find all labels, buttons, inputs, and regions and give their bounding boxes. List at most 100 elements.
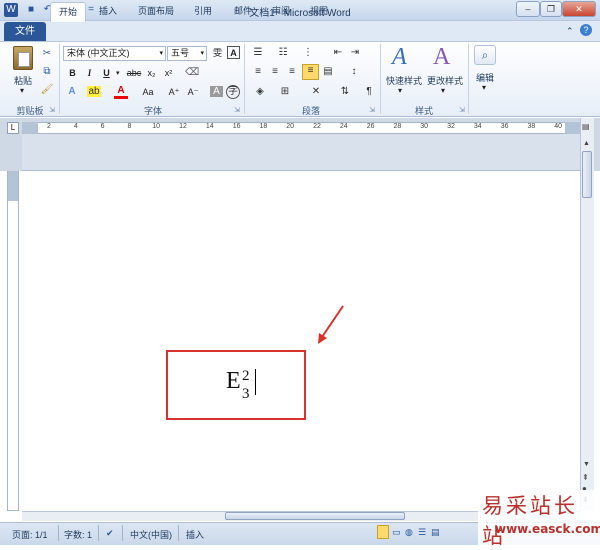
phonetic-guide-button[interactable]: 雯	[210, 46, 225, 61]
paragraph-launcher-icon[interactable]: ⇲	[369, 106, 375, 114]
highlight-icon[interactable]: ab	[87, 86, 101, 97]
underline-dropdown-icon[interactable]: ▾	[116, 69, 120, 77]
tab-page-layout[interactable]: 页面布局	[132, 2, 180, 21]
subscript-button[interactable]: x₂	[144, 66, 159, 81]
increase-indent-icon[interactable]: ⇥	[347, 47, 363, 58]
clipboard-launcher-icon[interactable]: ⇲	[49, 106, 55, 114]
scroll-down-icon[interactable]: ▼	[583, 461, 590, 468]
borders-icon[interactable]: ⊞	[277, 86, 293, 97]
minimize-button[interactable]: –	[516, 1, 540, 17]
horizontal-scroll-thumb[interactable]	[225, 512, 405, 520]
chinese-layout-icon[interactable]: ✕	[308, 86, 324, 97]
divider	[380, 44, 381, 114]
distributed-icon[interactable]: ▤	[320, 66, 336, 77]
strikethrough-button[interactable]: abc	[125, 66, 143, 81]
tab-mailings[interactable]: 邮件	[228, 2, 258, 21]
draft-icon[interactable]: ▤	[431, 527, 440, 538]
find-binoculars-icon[interactable]: ⌕	[474, 45, 496, 65]
align-center-icon[interactable]: ≡	[267, 66, 283, 77]
numbering-icon[interactable]: ☷	[275, 47, 291, 58]
character-shading-icon[interactable]: A	[210, 86, 223, 97]
chevron-down-icon[interactable]: ▾	[200, 47, 204, 60]
tab-home[interactable]: 开始	[50, 2, 86, 22]
insert-mode[interactable]: 插入	[186, 528, 204, 541]
proofing-icon[interactable]: ✔	[106, 528, 114, 539]
show-marks-icon[interactable]: ¶	[362, 86, 376, 97]
chevron-down-icon[interactable]: ▾	[482, 83, 486, 92]
quick-styles-button[interactable]: 快速样式	[384, 74, 424, 87]
bullets-icon[interactable]: ☰	[250, 47, 266, 58]
word-count[interactable]: 字数: 1	[64, 528, 92, 541]
enclose-characters-icon[interactable]: 字	[226, 85, 240, 99]
decrease-indent-icon[interactable]: ⇤	[330, 47, 346, 58]
group-label-paragraph: 段落	[301, 106, 320, 116]
language[interactable]: 中文(中国)	[130, 528, 172, 541]
outline-icon[interactable]: ☰	[418, 527, 426, 538]
print-layout-icon[interactable]	[377, 525, 389, 539]
paste-dropdown-icon[interactable]: ▾	[20, 86, 24, 95]
previous-page-icon[interactable]: ⇞	[582, 473, 589, 482]
grow-font-button[interactable]: A⁺	[165, 85, 183, 100]
reading-layout-icon[interactable]: ▭	[392, 527, 401, 538]
sort-icon[interactable]: ⇅	[337, 86, 353, 97]
web-layout-icon[interactable]: ◍	[405, 527, 413, 538]
align-left-icon[interactable]: ≡	[250, 66, 266, 77]
watermark-url: www.easck.com	[495, 522, 600, 536]
tab-review[interactable]: 审阅	[266, 2, 296, 21]
styles-launcher-icon[interactable]: ⇲	[459, 106, 465, 114]
ruler-tick-label: 38	[527, 123, 536, 130]
chevron-down-icon[interactable]: ▾	[398, 86, 402, 95]
annotation-arrow	[318, 305, 344, 344]
divider	[58, 525, 59, 541]
font-size-value: 五号	[171, 48, 190, 58]
help-icon[interactable]: ?	[580, 24, 592, 36]
page-top-gap	[22, 134, 580, 171]
restore-button[interactable]: ❐	[540, 1, 562, 17]
ruler-tick-label: 22	[313, 123, 321, 130]
font-size-combo[interactable]: 五号 ▾	[167, 46, 207, 61]
scroll-up-icon[interactable]: ▲	[583, 140, 590, 147]
justify-icon[interactable]: ≡	[302, 64, 319, 80]
chevron-down-icon[interactable]: ▾	[441, 86, 445, 95]
shrink-font-button[interactable]: A⁻	[184, 85, 202, 100]
chevron-down-icon[interactable]: ▾	[159, 47, 163, 60]
tab-selector[interactable]: L	[7, 122, 19, 134]
bold-button[interactable]: B	[65, 66, 80, 81]
align-right-icon[interactable]: ≡	[284, 66, 300, 77]
ruler-toggle-icon[interactable]: ▤	[582, 122, 590, 131]
superscript-button[interactable]: x²	[161, 66, 176, 81]
minimize-ribbon-icon[interactable]: ⌃	[566, 26, 574, 37]
change-case-button[interactable]: Aa	[138, 85, 158, 100]
page-count[interactable]: 页面: 1/1	[12, 528, 48, 541]
ruler-tick-label: 30	[420, 123, 429, 130]
vertical-ruler[interactable]	[7, 171, 19, 511]
paste-icon[interactable]	[13, 46, 33, 70]
shading-icon[interactable]: ◈	[252, 86, 268, 97]
quick-styles-icon[interactable]: A	[392, 44, 407, 71]
tab-view[interactable]: 视图	[304, 2, 334, 21]
change-styles-icon[interactable]: A	[433, 44, 450, 71]
font-name-combo[interactable]: 宋体 (中文正文) ▾	[63, 46, 166, 61]
tab-references[interactable]: 引用	[188, 2, 218, 21]
window-title: 文档1 - Microsoft Word	[249, 8, 351, 19]
cut-icon[interactable]: ✂	[40, 48, 54, 59]
character-border-button[interactable]: A	[227, 46, 240, 59]
format-painter-icon[interactable]: 🖌	[40, 84, 54, 95]
text-effects-icon[interactable]: A	[65, 86, 79, 97]
clear-formatting-icon[interactable]: ⌫	[185, 67, 199, 78]
close-button[interactable]: ✕	[562, 1, 596, 17]
font-launcher-icon[interactable]: ⇲	[234, 106, 240, 114]
group-label-font: 字体	[143, 106, 162, 116]
ruler-tick-label: 6	[100, 123, 105, 130]
document-page[interactable]	[22, 171, 580, 511]
line-spacing-icon[interactable]: ↕	[346, 66, 362, 77]
tab-insert[interactable]: 插入	[92, 2, 124, 21]
tab-file[interactable]: 文件	[4, 22, 46, 41]
copy-icon[interactable]: ⧉	[40, 66, 54, 77]
font-color-icon[interactable]: A	[114, 85, 128, 99]
italic-button[interactable]: I	[82, 66, 97, 81]
vertical-scroll-thumb[interactable]	[582, 151, 592, 198]
underline-button[interactable]: U	[99, 66, 114, 81]
ruler-tick-label: 10	[152, 123, 161, 130]
multilevel-list-icon[interactable]: ⋮	[300, 47, 316, 58]
